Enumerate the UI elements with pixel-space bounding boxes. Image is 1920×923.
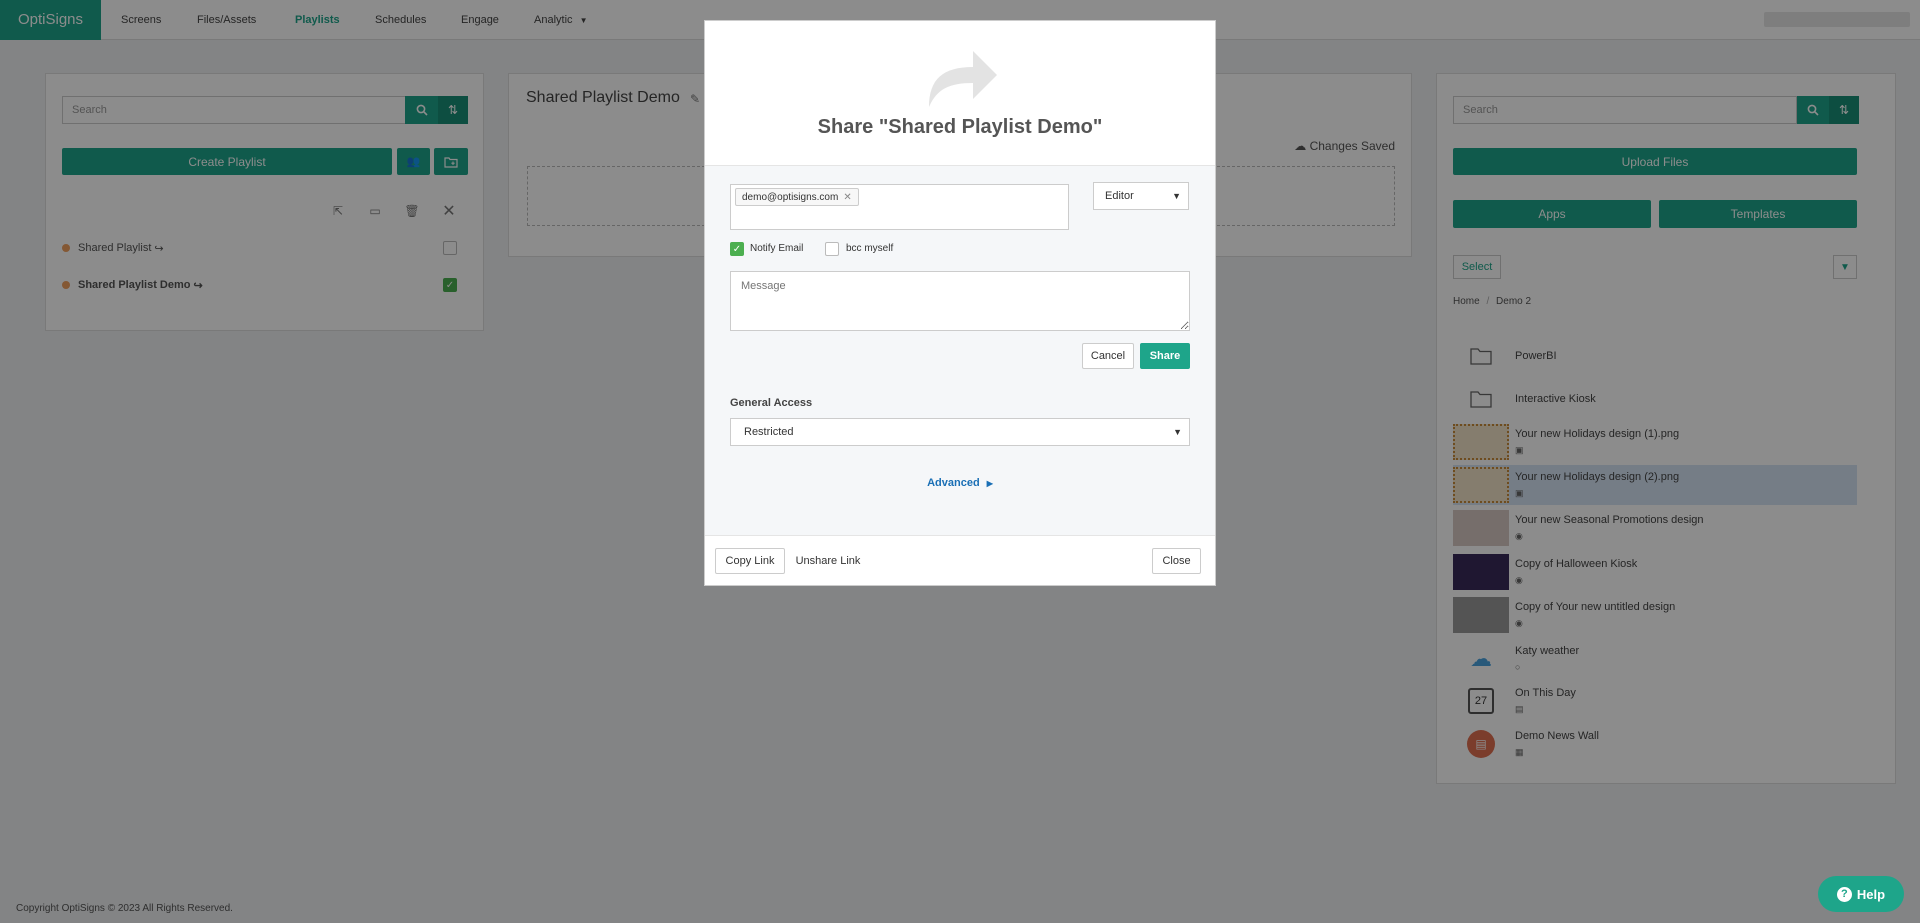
modal-header: Share "Shared Playlist Demo"	[705, 21, 1215, 166]
advanced-label: Advanced	[927, 477, 980, 489]
bcc-myself-label: bcc myself	[846, 243, 894, 254]
role-select[interactable]: Editor ▼	[1093, 182, 1189, 210]
chevron-down-icon: ▼	[1173, 427, 1182, 437]
notify-email-label: Notify Email	[750, 243, 804, 254]
modal-footer: Copy Link Unshare Link Close	[705, 535, 1215, 585]
message-textarea[interactable]	[730, 271, 1190, 331]
help-button[interactable]: ? Help	[1818, 876, 1904, 912]
help-label: Help	[1856, 886, 1886, 902]
role-value: Editor	[1105, 190, 1134, 202]
general-access-label: General Access	[730, 397, 813, 409]
remove-tag-icon[interactable]: ✕	[843, 192, 851, 203]
general-access-select[interactable]: Restricted ▼	[730, 418, 1190, 446]
notify-email-checkbox[interactable]: ✓	[730, 242, 744, 256]
share-modal: Share "Shared Playlist Demo" demo@optisi…	[704, 20, 1216, 586]
share-button[interactable]: Share	[1140, 343, 1190, 369]
copy-link-button[interactable]: Copy Link	[715, 548, 785, 574]
access-value: Restricted	[744, 426, 794, 438]
unshare-link-button[interactable]: Unshare Link	[792, 548, 864, 574]
help-icon: ?	[1836, 886, 1852, 902]
email-tag[interactable]: demo@optisigns.com ✕	[735, 188, 859, 206]
modal-title: Share "Shared Playlist Demo"	[817, 116, 1103, 138]
cancel-button[interactable]: Cancel	[1082, 343, 1134, 369]
share-arrow-icon	[929, 51, 997, 107]
email-input[interactable]: demo@optisigns.com ✕	[730, 184, 1069, 230]
email-tag-text: demo@optisigns.com	[742, 191, 839, 203]
bcc-myself-checkbox[interactable]	[825, 242, 839, 256]
advanced-toggle[interactable]: Advanced ▶	[705, 477, 1215, 489]
close-button[interactable]: Close	[1152, 548, 1201, 574]
chevron-down-icon: ▼	[1172, 191, 1181, 201]
caret-right-icon: ▶	[986, 479, 993, 488]
